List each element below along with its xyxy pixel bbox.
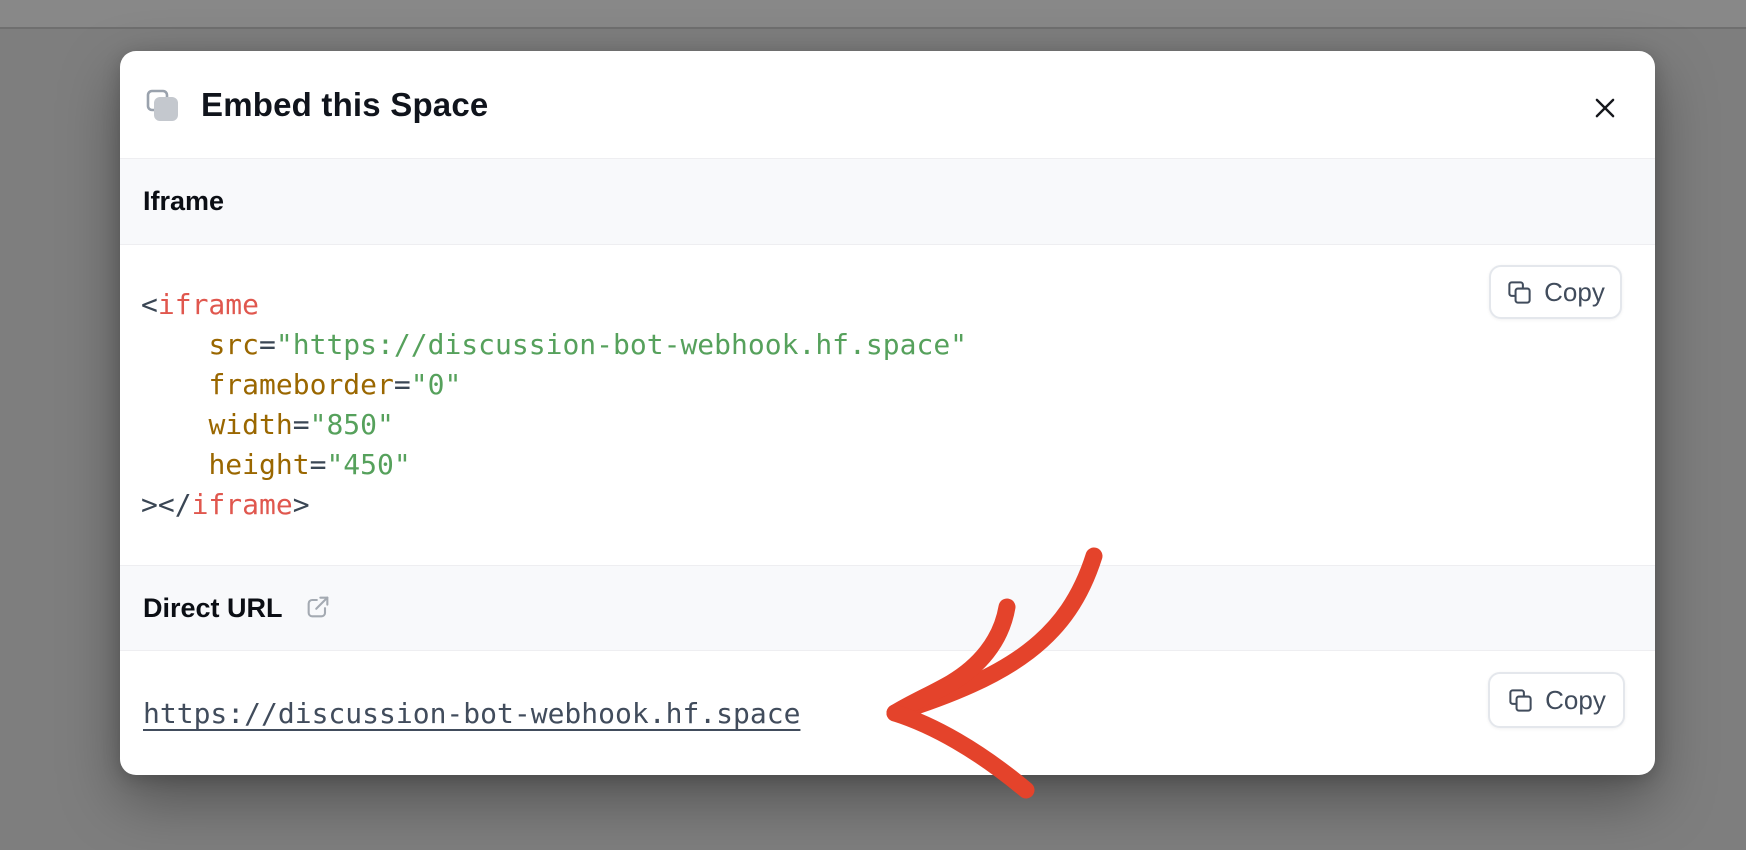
close-button[interactable] [1585,90,1625,130]
code-indent [141,368,208,401]
code-line: <iframe [141,285,1475,325]
code-token: > [293,488,310,521]
code-token: width [208,408,292,441]
code-line: src="https://discussion-bot-webhook.hf.s… [141,325,1475,365]
code-line: frameborder="0" [141,365,1475,405]
copy-iframe-code-button[interactable]: Copy [1489,265,1622,319]
copy-icon [1507,687,1534,714]
direct-url-heading: Direct URL [143,593,283,624]
code-indent [141,408,208,441]
code-token: "https://discussion-bot-webhook.hf.space… [276,328,967,361]
embed-space-dialog: Embed this Space Iframe <iframe src="htt… [120,51,1655,775]
code-token: = [293,408,310,441]
code-line: ></iframe> [141,485,1475,525]
direct-url-link[interactable]: https://discussion-bot-webhook.hf.space [143,697,800,730]
external-link-icon[interactable] [304,593,332,626]
code-token: < [141,288,158,321]
code-line: height="450" [141,445,1475,485]
copy-direct-url-button[interactable]: Copy [1488,672,1625,728]
dialog-header: Embed this Space [120,51,1655,158]
code-token: iframe [158,288,259,321]
code-token: src [208,328,259,361]
code-token: iframe [192,488,293,521]
dialog-title: Embed this Space [201,86,488,124]
iframe-section-header: Iframe [120,158,1655,245]
iframe-heading: Iframe [143,186,224,217]
iframe-embed-code: <iframe src="https://discussion-bot-webh… [120,245,1655,525]
code-indent [141,448,208,481]
spaces-copy-icon [146,89,180,123]
close-icon [1590,93,1620,126]
code-token: = [394,368,411,401]
code-token: "450" [326,448,410,481]
direct-url-row: https://discussion-bot-webhook.hf.space [120,651,1655,775]
copy-icon [1506,279,1533,306]
dimmed-page-top-strip [0,0,1746,29]
code-indent [141,328,208,361]
code-token: = [259,328,276,361]
code-token: "850" [310,408,394,441]
code-token: ></ [141,488,192,521]
direct-url-section-header: Direct URL [120,565,1655,651]
copy-button-label: Copy [1545,685,1606,716]
code-token: height [208,448,309,481]
copy-button-label: Copy [1544,277,1605,308]
code-token: "0" [411,368,462,401]
code-line: width="850" [141,405,1475,445]
screen: Embed this Space Iframe <iframe src="htt… [0,0,1746,850]
code-token: = [310,448,327,481]
iframe-code-section: <iframe src="https://discussion-bot-webh… [120,245,1655,565]
code-token: frameborder [208,368,393,401]
